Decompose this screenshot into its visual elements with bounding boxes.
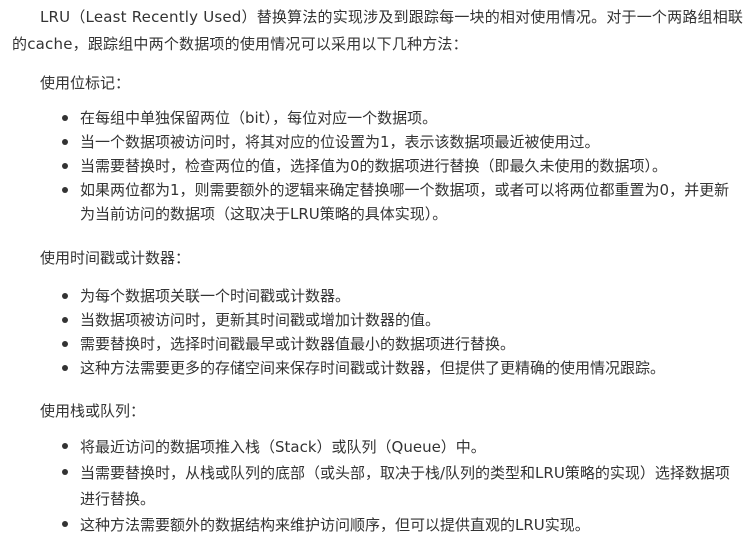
- list-item: 在每组中单独保留两位（bit），每位对应一个数据项。: [62, 106, 742, 130]
- bullet-icon: [62, 293, 68, 299]
- list-item: 需要替换时，选择时间戳最早或计数器值最小的数据项进行替换。: [62, 332, 742, 356]
- bullet-icon: [62, 187, 68, 193]
- list-item-text: 这种方法需要额外的数据结构来维护访问顺序，但可以提供直观的LRU实现。: [80, 516, 590, 534]
- list-item-text: 这种方法需要更多的存储空间来保存时间戳或计数器，但提供了更精确的使用情况跟踪。: [80, 359, 666, 377]
- document: LRU（Least Recently Used）替换算法的实现涉及到跟踪每一块的…: [0, 0, 749, 534]
- list-item: 为每个数据项关联一个时间戳或计数器。: [62, 284, 742, 308]
- bullet-icon: [62, 365, 68, 371]
- list-item-text: 需要替换时，选择时间戳最早或计数器值最小的数据项进行替换。: [80, 335, 516, 353]
- list-item: 如果两位都为1，则需要额外的逻辑来确定替换哪一个数据项，或者可以将两位都重置为0…: [62, 178, 742, 226]
- list-item: 这种方法需要额外的数据结构来维护访问顺序，但可以提供直观的LRU实现。: [62, 512, 742, 538]
- list-item: 这种方法需要更多的存储空间来保存时间戳或计数器，但提供了更精确的使用情况跟踪。: [62, 356, 742, 380]
- list-item: 当一个数据项被访问时，将其对应的位设置为1，表示该数据项最近被使用过。: [62, 130, 742, 154]
- bullet-icon: [62, 521, 68, 527]
- bullet-icon: [62, 317, 68, 323]
- bullet-list-timestamp: 为每个数据项关联一个时间戳或计数器。 当数据项被访问时，更新其时间戳或增加计数器…: [62, 284, 742, 380]
- bullet-icon: [62, 341, 68, 347]
- list-item: 当数据项被访问时，更新其时间戳或增加计数器的值。: [62, 308, 742, 332]
- list-item-text: 当数据项被访问时，更新其时间戳或增加计数器的值。: [80, 311, 441, 329]
- section-heading-stack-queue: 使用栈或队列：: [40, 402, 146, 420]
- list-item-text: 为每个数据项关联一个时间戳或计数器。: [80, 287, 351, 305]
- list-item-text: 将最近访问的数据项推入栈（Stack）或队列（Queue）中。: [80, 438, 486, 456]
- list-item-text: 在每组中单独保留两位（bit），每位对应一个数据项。: [80, 109, 438, 127]
- bullet-icon: [62, 443, 68, 449]
- list-item-text: 当一个数据项被访问时，将其对应的位设置为1，表示该数据项最近被使用过。: [80, 133, 600, 151]
- list-item-text: 当需要替换时，检查两位的值，选择值为0的数据项进行替换（即最久未使用的数据项）。: [80, 157, 668, 175]
- bullet-list-stack-queue: 将最近访问的数据项推入栈（Stack）或队列（Queue）中。 当需要替换时，从…: [62, 434, 742, 538]
- list-item-text: 如果两位都为1，则需要额外的逻辑来确定替换哪一个数据项，或者可以将两位都重置为0…: [80, 181, 730, 223]
- bullet-icon: [62, 115, 68, 121]
- bullet-icon: [62, 163, 68, 169]
- intro-paragraph: LRU（Least Recently Used）替换算法的实现涉及到跟踪每一块的…: [12, 8, 744, 53]
- bullet-icon: [62, 469, 68, 475]
- list-item: 当需要替换时，检查两位的值，选择值为0的数据项进行替换（即最久未使用的数据项）。: [62, 154, 742, 178]
- bullet-icon: [62, 139, 68, 145]
- list-item: 将最近访问的数据项推入栈（Stack）或队列（Queue）中。: [62, 434, 742, 460]
- section-heading-timestamp: 使用时间戳或计数器：: [40, 249, 191, 267]
- bullet-list-bit-flag: 在每组中单独保留两位（bit），每位对应一个数据项。 当一个数据项被访问时，将其…: [62, 106, 742, 226]
- section-heading-bit-flag: 使用位标记：: [40, 74, 131, 92]
- list-item-text: 当需要替换时，从栈或队列的底部（或头部，取决于栈/队列的类型和LRU策略的实现）…: [80, 464, 730, 508]
- list-item: 当需要替换时，从栈或队列的底部（或头部，取决于栈/队列的类型和LRU策略的实现）…: [62, 460, 742, 512]
